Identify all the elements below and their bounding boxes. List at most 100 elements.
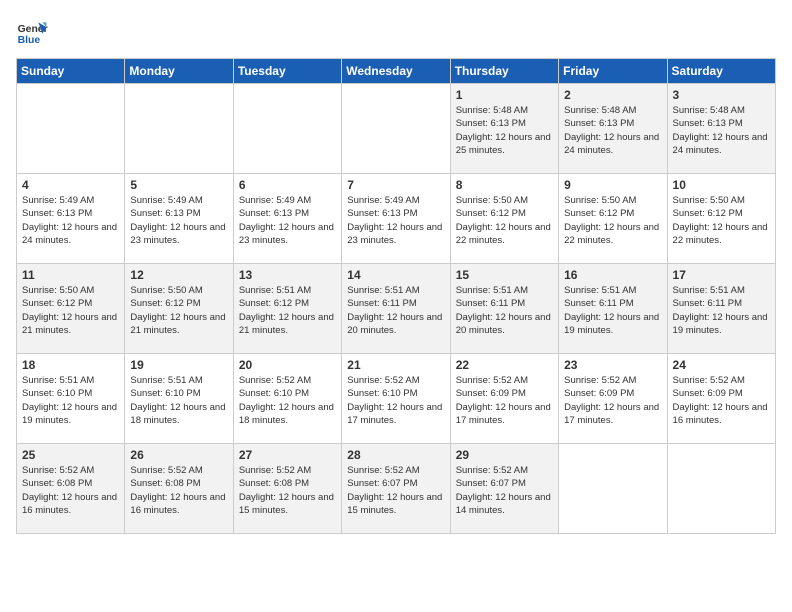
day-number: 5: [130, 178, 227, 192]
day-number: 8: [456, 178, 553, 192]
day-info: Sunrise: 5:49 AM Sunset: 6:13 PM Dayligh…: [239, 194, 336, 247]
calendar-header-row: SundayMondayTuesdayWednesdayThursdayFrid…: [17, 59, 776, 84]
calendar-cell: 28 Sunrise: 5:52 AM Sunset: 6:07 PM Dayli…: [342, 444, 450, 534]
day-info: Sunrise: 5:50 AM Sunset: 6:12 PM Dayligh…: [130, 284, 227, 337]
col-header-tuesday: Tuesday: [233, 59, 341, 84]
day-number: 7: [347, 178, 444, 192]
day-info: Sunrise: 5:52 AM Sunset: 6:10 PM Dayligh…: [239, 374, 336, 427]
day-number: 23: [564, 358, 661, 372]
day-info: Sunrise: 5:52 AM Sunset: 6:08 PM Dayligh…: [22, 464, 119, 517]
calendar-cell: 11Sunrise: 5:50 AM Sunset: 6:12 PM Dayli…: [17, 264, 125, 354]
calendar-cell: 27 Sunrise: 5:52 AM Sunset: 6:08 PM Dayli…: [233, 444, 341, 534]
day-info: Sunrise: 5:49 AM Sunset: 6:13 PM Dayligh…: [22, 194, 119, 247]
calendar-cell: 21 Sunrise: 5:52 AM Sunset: 6:10 PM Dayli…: [342, 354, 450, 444]
calendar-cell: [17, 84, 125, 174]
calendar-cell: 8 Sunrise: 5:50 AM Sunset: 6:12 PM Daylig…: [450, 174, 558, 264]
calendar-cell: 5 Sunrise: 5:49 AM Sunset: 6:13 PM Daylig…: [125, 174, 233, 264]
calendar-cell: 24Sunrise: 5:52 AM Sunset: 6:09 PM Dayli…: [667, 354, 775, 444]
day-number: 2: [564, 88, 661, 102]
calendar-cell: [342, 84, 450, 174]
day-info: Sunrise: 5:52 AM Sunset: 6:07 PM Dayligh…: [347, 464, 444, 517]
col-header-thursday: Thursday: [450, 59, 558, 84]
calendar-cell: 26Sunrise: 5:52 AM Sunset: 6:08 PM Dayli…: [125, 444, 233, 534]
day-number: 26: [130, 448, 227, 462]
calendar-cell: 20 Sunrise: 5:52 AM Sunset: 6:10 PM Dayli…: [233, 354, 341, 444]
day-number: 19: [130, 358, 227, 372]
day-info: Sunrise: 5:50 AM Sunset: 6:12 PM Dayligh…: [456, 194, 553, 247]
calendar-cell: 10 Sunrise: 5:50 AM Sunset: 6:12 PM Dayli…: [667, 174, 775, 264]
day-info: Sunrise: 5:52 AM Sunset: 6:09 PM Dayligh…: [673, 374, 770, 427]
day-number: 25: [22, 448, 119, 462]
day-info: Sunrise: 5:51 AM Sunset: 6:10 PM Dayligh…: [22, 374, 119, 427]
calendar-table: SundayMondayTuesdayWednesdayThursdayFrid…: [16, 58, 776, 534]
day-info: Sunrise: 5:48 AM Sunset: 6:13 PM Dayligh…: [673, 104, 770, 157]
calendar-cell: 4 Sunrise: 5:49 AM Sunset: 6:13 PM Daylig…: [17, 174, 125, 264]
day-number: 21: [347, 358, 444, 372]
day-info: Sunrise: 5:52 AM Sunset: 6:08 PM Dayligh…: [239, 464, 336, 517]
day-info: Sunrise: 5:50 AM Sunset: 6:12 PM Dayligh…: [22, 284, 119, 337]
day-info: Sunrise: 5:51 AM Sunset: 6:12 PM Dayligh…: [239, 284, 336, 337]
calendar-cell: 9Sunrise: 5:50 AM Sunset: 6:12 PM Daylig…: [559, 174, 667, 264]
day-info: Sunrise: 5:52 AM Sunset: 6:07 PM Dayligh…: [456, 464, 553, 517]
day-info: Sunrise: 5:48 AM Sunset: 6:13 PM Dayligh…: [564, 104, 661, 157]
calendar-cell: 25 Sunrise: 5:52 AM Sunset: 6:08 PM Dayli…: [17, 444, 125, 534]
day-info: Sunrise: 5:49 AM Sunset: 6:13 PM Dayligh…: [130, 194, 227, 247]
day-info: Sunrise: 5:50 AM Sunset: 6:12 PM Dayligh…: [564, 194, 661, 247]
day-info: Sunrise: 5:50 AM Sunset: 6:12 PM Dayligh…: [673, 194, 770, 247]
day-info: Sunrise: 5:52 AM Sunset: 6:10 PM Dayligh…: [347, 374, 444, 427]
calendar-cell: 19Sunrise: 5:51 AM Sunset: 6:10 PM Dayli…: [125, 354, 233, 444]
day-number: 22: [456, 358, 553, 372]
calendar-week-2: 4 Sunrise: 5:49 AM Sunset: 6:13 PM Daylig…: [17, 174, 776, 264]
day-number: 10: [673, 178, 770, 192]
day-number: 20: [239, 358, 336, 372]
day-info: Sunrise: 5:51 AM Sunset: 6:11 PM Dayligh…: [456, 284, 553, 337]
day-number: 29: [456, 448, 553, 462]
calendar-week-4: 18 Sunrise: 5:51 AM Sunset: 6:10 PM Dayli…: [17, 354, 776, 444]
logo-icon: General Blue: [16, 16, 48, 48]
day-number: 17: [673, 268, 770, 282]
col-header-wednesday: Wednesday: [342, 59, 450, 84]
day-number: 14: [347, 268, 444, 282]
day-info: Sunrise: 5:51 AM Sunset: 6:11 PM Dayligh…: [564, 284, 661, 337]
logo: General Blue: [16, 16, 48, 48]
day-number: 6: [239, 178, 336, 192]
day-number: 27: [239, 448, 336, 462]
day-number: 28: [347, 448, 444, 462]
calendar-cell: [667, 444, 775, 534]
calendar-cell: [125, 84, 233, 174]
day-number: 4: [22, 178, 119, 192]
calendar-cell: [559, 444, 667, 534]
day-info: Sunrise: 5:48 AM Sunset: 6:13 PM Dayligh…: [456, 104, 553, 157]
day-number: 13: [239, 268, 336, 282]
calendar-cell: 16 Sunrise: 5:51 AM Sunset: 6:11 PM Dayli…: [559, 264, 667, 354]
col-header-sunday: Sunday: [17, 59, 125, 84]
day-info: Sunrise: 5:51 AM Sunset: 6:11 PM Dayligh…: [347, 284, 444, 337]
calendar-week-1: 1 Sunrise: 5:48 AM Sunset: 6:13 PM Daylig…: [17, 84, 776, 174]
calendar-cell: 22 Sunrise: 5:52 AM Sunset: 6:09 PM Dayli…: [450, 354, 558, 444]
calendar-cell: 17 Sunrise: 5:51 AM Sunset: 6:11 PM Dayli…: [667, 264, 775, 354]
calendar-cell: 6 Sunrise: 5:49 AM Sunset: 6:13 PM Daylig…: [233, 174, 341, 264]
day-number: 18: [22, 358, 119, 372]
calendar-cell: 2 Sunrise: 5:48 AM Sunset: 6:13 PM Daylig…: [559, 84, 667, 174]
day-number: 3: [673, 88, 770, 102]
page-header: General Blue: [16, 16, 776, 48]
calendar-cell: 7 Sunrise: 5:49 AM Sunset: 6:13 PM Daylig…: [342, 174, 450, 264]
calendar-cell: 29 Sunrise: 5:52 AM Sunset: 6:07 PM Dayli…: [450, 444, 558, 534]
calendar-cell: 13 Sunrise: 5:51 AM Sunset: 6:12 PM Dayli…: [233, 264, 341, 354]
day-number: 12: [130, 268, 227, 282]
day-info: Sunrise: 5:49 AM Sunset: 6:13 PM Dayligh…: [347, 194, 444, 247]
day-info: Sunrise: 5:52 AM Sunset: 6:09 PM Dayligh…: [564, 374, 661, 427]
calendar-week-3: 11Sunrise: 5:50 AM Sunset: 6:12 PM Dayli…: [17, 264, 776, 354]
svg-text:Blue: Blue: [18, 35, 41, 46]
col-header-monday: Monday: [125, 59, 233, 84]
col-header-saturday: Saturday: [667, 59, 775, 84]
day-info: Sunrise: 5:52 AM Sunset: 6:09 PM Dayligh…: [456, 374, 553, 427]
calendar-cell: 12 Sunrise: 5:50 AM Sunset: 6:12 PM Dayli…: [125, 264, 233, 354]
day-number: 16: [564, 268, 661, 282]
calendar-cell: 18 Sunrise: 5:51 AM Sunset: 6:10 PM Dayli…: [17, 354, 125, 444]
day-number: 1: [456, 88, 553, 102]
calendar-cell: 1 Sunrise: 5:48 AM Sunset: 6:13 PM Daylig…: [450, 84, 558, 174]
calendar-cell: 15 Sunrise: 5:51 AM Sunset: 6:11 PM Dayli…: [450, 264, 558, 354]
day-number: 15: [456, 268, 553, 282]
day-info: Sunrise: 5:51 AM Sunset: 6:11 PM Dayligh…: [673, 284, 770, 337]
